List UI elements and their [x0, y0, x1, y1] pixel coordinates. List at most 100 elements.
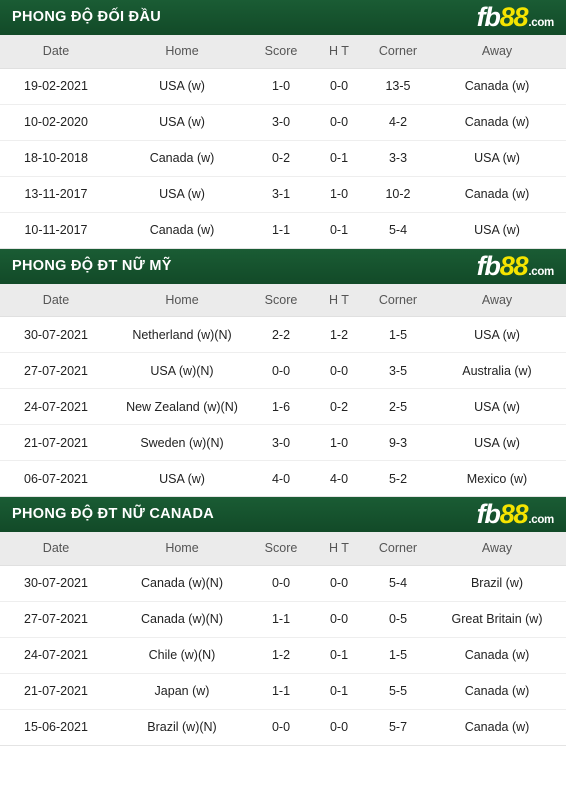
cell-home-team[interactable]: USA (w)(N) — [112, 352, 252, 389]
cell-half-time: 0-0 — [310, 68, 368, 105]
cell-home-team[interactable]: USA (w) — [112, 460, 252, 497]
cell-away-team[interactable]: USA (w) — [428, 316, 566, 353]
cell-half-time: 4-0 — [310, 460, 368, 497]
cell-corner: 5-4 — [368, 565, 428, 602]
logo-dotcom-text: .com — [528, 514, 554, 526]
cell-half-time: 0-1 — [310, 140, 368, 177]
cell-home-team[interactable]: Brazil (w)(N) — [112, 709, 252, 746]
logo-dotcom-text: .com — [528, 265, 554, 278]
cell-home-team[interactable]: New Zealand (w)(N) — [112, 388, 252, 425]
cell-corner: 5-5 — [368, 673, 428, 710]
column-header-home: Home — [112, 35, 252, 69]
logo-dotcom-text: .com — [528, 17, 554, 29]
match-table: Date Home Score H T Corner Away 30-07-2021 Neth… — [0, 283, 566, 497]
cell-away-team[interactable]: Australia (w) — [428, 352, 566, 389]
column-header-home: Home — [112, 532, 252, 566]
cell-date: 24-07-2021 — [0, 637, 112, 674]
cell-home-team[interactable]: Canada (w)(N) — [112, 565, 252, 602]
table-row: 30-07-2021 Netherland (w)(N) 2-2 1-2 1-5 USA … — [0, 316, 566, 353]
fb88-logo[interactable]: fb 88 .com — [477, 501, 558, 528]
cell-away-team[interactable]: USA (w) — [428, 140, 566, 177]
table-body: 19-02-2021 USA (w) 1-0 0-0 13-5 Canada (w) 10-… — [0, 68, 566, 249]
table-row: 15-06-2021 Brazil (w)(N) 0-0 0-0 5-7 Canada (… — [0, 709, 566, 746]
column-header-ht: H T — [310, 283, 368, 317]
cell-corner: 9-3 — [368, 424, 428, 461]
cell-date: 27-07-2021 — [0, 352, 112, 389]
cell-corner: 0-5 — [368, 601, 428, 638]
table-header: Date Home Score H T Corner Away — [0, 35, 566, 69]
cell-away-team[interactable]: Canada (w) — [428, 176, 566, 213]
cell-away-team[interactable]: USA (w) — [428, 388, 566, 425]
cell-home-team[interactable]: Canada (w)(N) — [112, 601, 252, 638]
cell-home-team[interactable]: Japan (w) — [112, 673, 252, 710]
column-header-score: Score — [252, 532, 310, 566]
table-body: 30-07-2021 Netherland (w)(N) 2-2 1-2 1-5 USA … — [0, 316, 566, 497]
cell-away-team[interactable]: USA (w) — [428, 212, 566, 249]
cell-home-team[interactable]: Canada (w) — [112, 140, 252, 177]
cell-home-team[interactable]: USA (w) — [112, 68, 252, 105]
cell-score: 1-1 — [252, 601, 310, 638]
cell-away-team[interactable]: Canada (w) — [428, 673, 566, 710]
cell-away-team[interactable]: Canada (w) — [428, 709, 566, 746]
column-header-date: Date — [0, 283, 112, 317]
cell-home-team[interactable]: Netherland (w)(N) — [112, 316, 252, 353]
table-row: 13-11-2017 USA (w) 3-1 1-0 10-2 Canada (w) — [0, 176, 566, 213]
cell-half-time: 0-0 — [310, 104, 368, 141]
table-row: 27-07-2021 Canada (w)(N) 1-1 0-0 0-5 Great Br… — [0, 601, 566, 638]
cell-score: 0-2 — [252, 140, 310, 177]
cell-away-team[interactable]: Great Britain (w) — [428, 601, 566, 638]
column-header-date: Date — [0, 532, 112, 566]
cell-home-team[interactable]: Canada (w) — [112, 212, 252, 249]
section-title: PHONG ĐỘ ĐỐI ĐẦU — [12, 9, 161, 26]
table-header: Date Home Score H T Corner Away — [0, 283, 566, 317]
cell-away-team[interactable]: Canada (w) — [428, 637, 566, 674]
table-row: 27-07-2021 USA (w)(N) 0-0 0-0 3-5 Australia (… — [0, 352, 566, 389]
cell-date: 24-07-2021 — [0, 388, 112, 425]
cell-corner: 2-5 — [368, 388, 428, 425]
cell-corner: 3-5 — [368, 352, 428, 389]
cell-away-team[interactable]: Mexico (w) — [428, 460, 566, 497]
table-header-row: Date Home Score H T Corner Away — [0, 35, 566, 69]
cell-date: 10-11-2017 — [0, 212, 112, 249]
column-header-corner: Corner — [368, 35, 428, 69]
stats-section: PHONG ĐỘ ĐT NỮ CANADA fb 88 .com Date Home Sco… — [0, 497, 566, 746]
table-row: 06-07-2021 USA (w) 4-0 4-0 5-2 Mexico (w) — [0, 460, 566, 497]
fb88-logo[interactable]: fb 88 .com — [477, 4, 558, 31]
cell-corner: 10-2 — [368, 176, 428, 213]
cell-home-team[interactable]: USA (w) — [112, 176, 252, 213]
column-header-score: Score — [252, 35, 310, 69]
fb88-logo[interactable]: fb 88 .com — [476, 250, 558, 281]
cell-away-team[interactable]: USA (w) — [428, 424, 566, 461]
cell-home-team[interactable]: Sweden (w)(N) — [112, 424, 252, 461]
stats-section: PHONG ĐỘ ĐT NỮ MỸ fb 88 .com Date Home Score H … — [0, 248, 566, 497]
cell-away-team[interactable]: Canada (w) — [428, 68, 566, 105]
column-header-away: Away — [428, 283, 566, 317]
cell-score: 2-2 — [252, 316, 310, 353]
cell-home-team[interactable]: Chile (w)(N) — [112, 637, 252, 674]
cell-date: 19-02-2021 — [0, 68, 112, 105]
cell-away-team[interactable]: Brazil (w) — [428, 565, 566, 602]
section-header-bar: PHONG ĐỘ ĐT NỮ MỸ fb 88 .com — [0, 248, 566, 284]
cell-corner: 1-5 — [368, 637, 428, 674]
cell-corner: 13-5 — [368, 68, 428, 105]
logo-fb-text: fb — [476, 250, 501, 281]
match-stats-page: PHONG ĐỘ ĐỐI ĐẦU fb 88 .com Date Home Score H T… — [0, 0, 566, 811]
cell-corner: 3-3 — [368, 140, 428, 177]
cell-away-team[interactable]: Canada (w) — [428, 104, 566, 141]
table-row: 30-07-2021 Canada (w)(N) 0-0 0-0 5-4 Brazil (… — [0, 565, 566, 602]
column-header-date: Date — [0, 35, 112, 69]
cell-score: 0-0 — [252, 565, 310, 602]
cell-date: 30-07-2021 — [0, 316, 112, 353]
cell-home-team[interactable]: USA (w) — [112, 104, 252, 141]
column-header-away: Away — [428, 35, 566, 69]
cell-date: 06-07-2021 — [0, 460, 112, 497]
cell-half-time: 0-2 — [310, 388, 368, 425]
match-table: Date Home Score H T Corner Away 30-07-2021 Cana… — [0, 532, 566, 746]
table-row: 10-02-2020 USA (w) 3-0 0-0 4-2 Canada (w) — [0, 104, 566, 141]
cell-date: 27-07-2021 — [0, 601, 112, 638]
section-header-bar: PHONG ĐỘ ĐỐI ĐẦU fb 88 .com — [0, 0, 566, 35]
cell-corner: 5-4 — [368, 212, 428, 249]
cell-half-time: 0-0 — [310, 601, 368, 638]
cell-half-time: 0-1 — [310, 212, 368, 249]
stats-section: PHONG ĐỘ ĐỐI ĐẦU fb 88 .com Date Home Score H T… — [0, 0, 566, 249]
